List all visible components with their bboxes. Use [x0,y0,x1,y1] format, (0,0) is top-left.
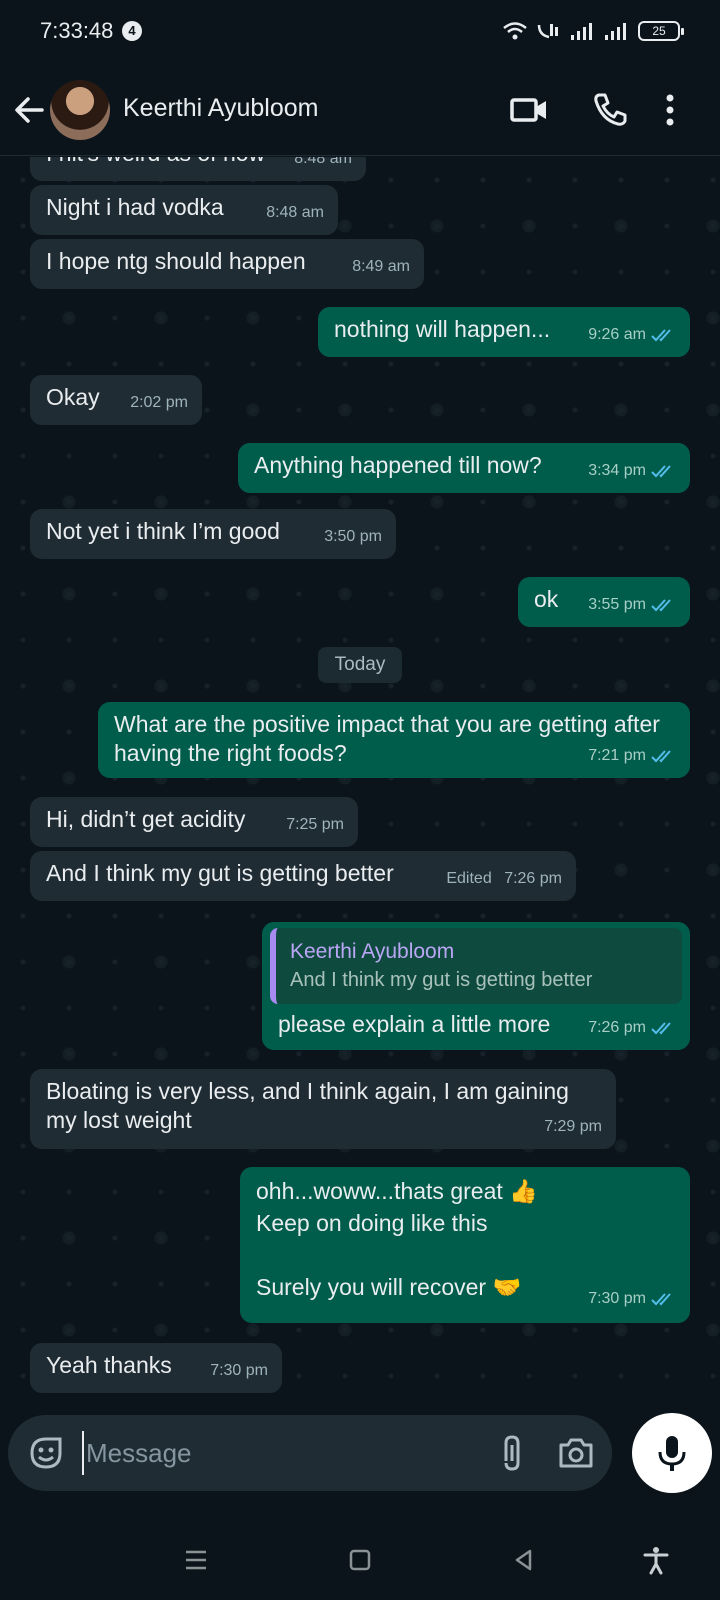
message-input[interactable] [82,1431,462,1475]
message-bubble-incoming[interactable]: I hit's weird as of now 8:48 am [30,157,366,181]
message-bubble-outgoing[interactable]: ok 3:55 pm [518,577,690,627]
message-time: 7:21 pm [588,747,646,764]
home-icon[interactable] [344,1544,376,1576]
back-arrow-icon[interactable] [12,90,48,130]
attach-icon[interactable] [492,1433,532,1473]
message-bubble-incoming[interactable]: And I think my gut is getting better Edi… [30,851,576,901]
reply-quote-name: Keerthi Ayubloom [290,940,455,963]
date-separator: Today [318,647,402,683]
menu-icon[interactable] [180,1544,212,1576]
video-call-icon[interactable] [509,90,549,130]
message-meta: 3:55 pm [588,590,676,619]
signal-icon [605,23,626,40]
status-bar: 7:33:48 4 25 [0,0,720,64]
message-bubble-outgoing[interactable]: Keerthi Ayubloom And I think my gut is g… [262,922,690,1050]
chat-header: Keerthi Ayubloom [0,64,720,156]
message-time: 2:02 pm [130,394,188,411]
message-meta: Edited 7:26 pm [446,864,562,893]
reply-quote[interactable]: Keerthi Ayubloom And I think my gut is g… [270,928,682,1004]
message-composer [8,1415,612,1491]
message-time: 7:30 pm [210,1362,268,1379]
message-bubble-outgoing[interactable]: ohh...woww...thats great 👍 Keep on doing… [240,1167,690,1323]
message-meta: 8:48 am [294,157,352,173]
vowifi-icon [537,24,558,39]
message-bubble-incoming[interactable]: Night i had vodka 8:48 am [30,185,338,235]
notification-count-badge: 4 [122,21,142,41]
sticker-icon[interactable] [26,1433,66,1473]
message-time: 3:50 pm [324,528,382,545]
message-time: 7:29 pm [544,1118,602,1135]
message-bubble-incoming[interactable]: Not yet i think I’m good 3:50 pm [30,509,396,559]
message-meta: 8:48 am [266,198,324,227]
message-bubble-incoming[interactable]: Yeah thanks 7:30 pm [30,1343,282,1393]
back-icon[interactable] [508,1544,540,1576]
avatar[interactable] [50,80,110,140]
read-ticks-icon [651,328,671,341]
message-time: 7:26 pm [588,1019,646,1036]
system-nav-bar [0,1520,720,1600]
battery-icon: 25 [638,21,684,41]
message-meta: 7:25 pm [286,810,344,839]
message-meta: 7:29 pm [544,1112,602,1141]
message-time: 9:26 am [588,326,646,343]
message-time: 7:30 pm [588,1290,646,1307]
status-time: 7:33:48 [40,18,114,43]
message-meta: 3:34 pm [588,456,676,485]
message-time: 7:26 pm [504,870,562,887]
chat-messages[interactable]: I hit's weird as of now 8:48 am Night i … [0,157,720,1415]
message-time: 8:48 am [266,204,324,221]
message-time: 3:34 pm [588,462,646,479]
accessibility-icon[interactable] [640,1544,672,1576]
more-vert-icon[interactable] [662,90,678,130]
message-time: 3:55 pm [588,596,646,613]
edited-label: Edited [446,870,492,887]
voice-call-icon[interactable] [590,90,630,130]
read-ticks-icon [651,1293,671,1306]
read-ticks-icon [651,1021,671,1034]
message-meta: 3:50 pm [324,522,382,551]
status-icons: 25 [502,18,684,44]
message-bubble-incoming[interactable]: Hi, didn’t get acidity 7:25 pm [30,797,358,847]
reply-quote-text: And I think my gut is getting better [290,969,593,991]
message-time: 8:49 am [352,258,410,275]
message-meta: 2:02 pm [130,388,188,417]
signal-icon [571,23,592,40]
mic-button[interactable] [632,1413,712,1493]
mic-icon [658,1436,686,1471]
read-ticks-icon [651,464,671,477]
message-bubble-incoming[interactable]: Okay 2:02 pm [30,375,202,425]
read-ticks-icon [651,598,671,611]
message-text: Bloating is very less, and I think again… [46,1078,576,1133]
message-bubble-incoming[interactable]: I hope ntg should happen 8:49 am [30,239,424,289]
contact-name[interactable]: Keerthi Ayubloom [123,94,319,123]
message-meta: 7:26 pm [588,1013,676,1042]
message-meta: 7:21 pm [588,741,676,770]
message-meta: 7:30 pm [210,1356,268,1385]
message-time: 8:48 am [294,157,352,167]
message-bubble-outgoing[interactable]: nothing will happen... 9:26 am [318,307,690,357]
message-meta: 8:49 am [352,252,410,281]
wifi-icon [503,22,527,40]
message-bubble-outgoing[interactable]: Anything happened till now? 3:34 pm [238,443,690,493]
message-bubble-outgoing[interactable]: What are the positive impact that you ar… [98,702,690,778]
message-meta: 9:26 am [588,320,676,349]
message-meta: 7:30 pm [588,1283,676,1315]
message-time: 7:25 pm [286,816,344,833]
camera-icon[interactable] [556,1433,596,1473]
message-bubble-incoming[interactable]: Bloating is very less, and I think again… [30,1069,616,1149]
read-ticks-icon [651,749,671,762]
